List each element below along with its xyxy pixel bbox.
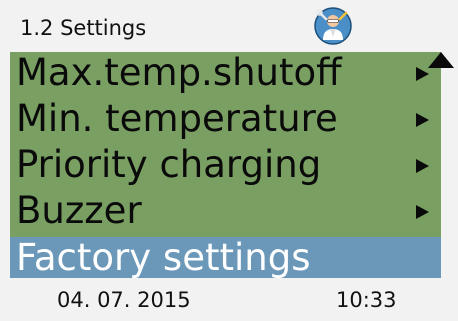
time-display: 10:33 xyxy=(336,288,397,312)
page-title: 1.2 Settings xyxy=(20,16,147,40)
settings-menu: Max.temp.shutoff Min. temperature Priori… xyxy=(10,51,441,279)
scroll-up-arrow-icon[interactable] xyxy=(428,52,454,68)
menu-item-priority-charging[interactable]: Priority charging xyxy=(10,143,441,188)
menu-item-label: Min. temperature xyxy=(16,97,338,140)
menu-item-label: Max.temp.shutoff xyxy=(16,51,342,94)
date-display: 04. 07. 2015 xyxy=(57,288,191,312)
menu-item-max-temp-shutoff[interactable]: Max.temp.shutoff xyxy=(10,51,441,96)
menu-item-label: Buzzer xyxy=(16,189,142,232)
menu-item-min-temperature[interactable]: Min. temperature xyxy=(10,97,441,142)
submenu-arrow-icon xyxy=(416,67,429,81)
technician-icon xyxy=(314,7,352,45)
status-bar: 04. 07. 2015 10:33 xyxy=(0,278,458,321)
submenu-arrow-icon xyxy=(416,113,429,127)
header-bar: 1.2 Settings xyxy=(0,0,458,52)
submenu-arrow-icon xyxy=(416,159,429,173)
menu-item-label: Factory settings xyxy=(16,236,311,279)
submenu-arrow-icon xyxy=(416,205,429,219)
menu-item-label: Priority charging xyxy=(16,143,322,186)
menu-item-buzzer[interactable]: Buzzer xyxy=(10,189,441,234)
menu-item-factory-settings[interactable]: Factory settings xyxy=(10,236,441,279)
